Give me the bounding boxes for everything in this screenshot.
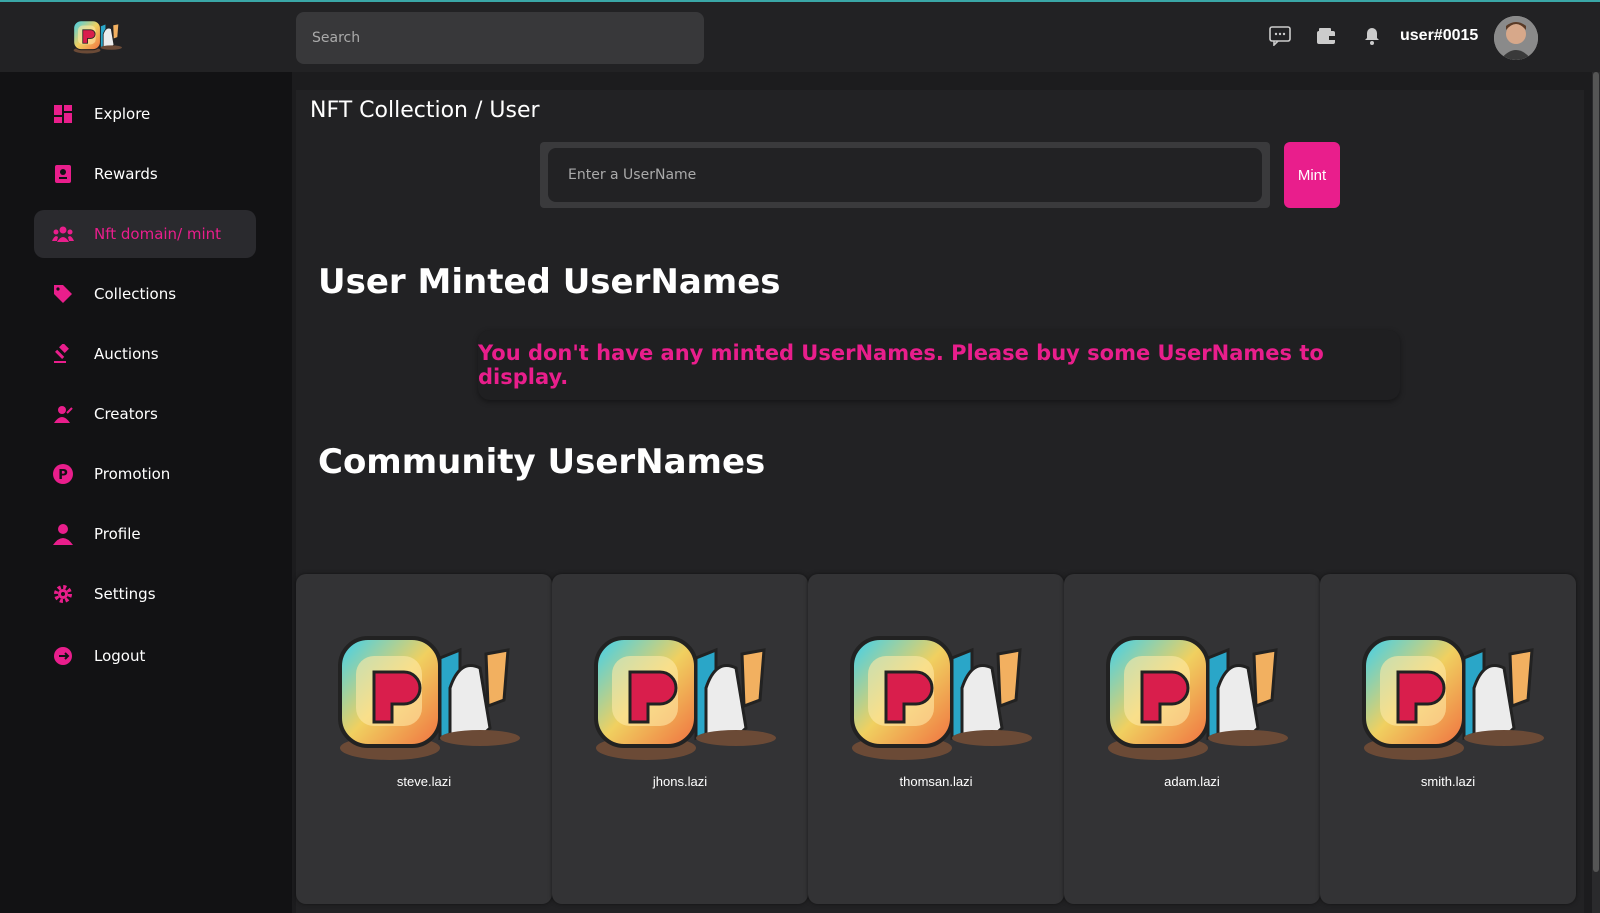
sidebar-item-label: Settings	[94, 585, 156, 603]
gear-icon	[52, 583, 74, 605]
mint-button[interactable]: Mint	[1284, 142, 1340, 208]
breadcrumb: NFT Collection / User	[310, 98, 540, 123]
sidebar-item-explore[interactable]: Explore	[34, 90, 256, 138]
scrollbar-thumb[interactable]	[1593, 72, 1599, 872]
sidebar-item-auctions[interactable]: Auctions	[34, 330, 256, 378]
sidebar-item-label: Logout	[94, 647, 146, 665]
promotion-icon: P	[52, 463, 74, 485]
sidebar-item-creators[interactable]: Creators	[34, 390, 256, 438]
sidebar-item-logout[interactable]: Logout	[34, 632, 256, 680]
creator-icon	[52, 403, 74, 425]
lazi-logo-image	[330, 628, 524, 762]
username-card[interactable]: jhons.lazi	[552, 574, 808, 904]
sidebar-item-rewards[interactable]: Rewards	[34, 150, 256, 198]
sidebar-item-label: Rewards	[94, 165, 158, 183]
avatar[interactable]	[1494, 16, 1538, 60]
sidebar-item-label: Profile	[94, 525, 141, 543]
sidebar-item-settings[interactable]: Settings	[34, 570, 256, 618]
wallet-icon[interactable]	[1314, 24, 1338, 48]
svg-text:P: P	[58, 468, 68, 483]
search-input[interactable]	[296, 12, 704, 64]
username-card[interactable]: steve.lazi	[296, 574, 552, 904]
lazi-logo-image	[586, 628, 780, 762]
top-icons	[1268, 24, 1384, 48]
lazi-logo-image	[1354, 628, 1548, 762]
card-username: steve.lazi	[396, 774, 452, 789]
username[interactable]: user#0015	[1400, 27, 1478, 45]
logout-icon	[52, 645, 74, 667]
sidebar-item-collections[interactable]: Collections	[34, 270, 256, 318]
bell-icon[interactable]	[1360, 24, 1384, 48]
sidebar-item-label: Explore	[94, 105, 151, 123]
main-panel: NFT Collection / User Mint User Minted U…	[296, 90, 1584, 913]
card-username: jhons.lazi	[652, 774, 708, 789]
sidebar: Explore Rewards Nft domain/ mint Collect…	[0, 72, 292, 913]
person-icon	[52, 523, 74, 545]
lazi-logo-image	[842, 628, 1036, 762]
empty-notice-text: You don't have any minted UserNames. Ple…	[478, 341, 1324, 389]
empty-notice: You don't have any minted UserNames. Ple…	[478, 330, 1400, 400]
chat-icon[interactable]	[1268, 24, 1292, 48]
gavel-icon	[52, 343, 74, 365]
card-username: adam.lazi	[1164, 774, 1220, 789]
mint-input-wrapper	[540, 142, 1270, 208]
users-icon	[52, 223, 74, 245]
card-username: smith.lazi	[1420, 774, 1476, 789]
username-card[interactable]: adam.lazi	[1064, 574, 1320, 904]
sidebar-item-label: Nft domain/ mint	[94, 225, 222, 243]
sidebar-item-nft-domain-mint[interactable]: Nft domain/ mint	[34, 210, 256, 258]
community-cards: steve.lazi jhons.lazi thomsan.lazi adam.…	[296, 574, 1584, 904]
tag-icon	[52, 283, 74, 305]
community-title: Community UserNames	[318, 442, 766, 482]
lazi-logo-image	[1098, 628, 1292, 762]
lazi-logo[interactable]	[64, 18, 130, 54]
user-minted-title: User Minted UserNames	[318, 262, 781, 302]
username-card[interactable]: smith.lazi	[1320, 574, 1576, 904]
card-username: thomsan.lazi	[899, 774, 973, 789]
sidebar-item-label: Creators	[94, 405, 158, 423]
sidebar-item-promotion[interactable]: P Promotion	[34, 450, 256, 498]
sidebar-item-label: Auctions	[94, 345, 159, 363]
sidebar-item-profile[interactable]: Profile	[34, 510, 256, 558]
rewards-icon	[52, 163, 74, 185]
page-scrollbar[interactable]	[1592, 72, 1600, 913]
username-input[interactable]	[548, 148, 1262, 202]
username-card[interactable]: thomsan.lazi	[808, 574, 1064, 904]
sidebar-item-label: Promotion	[94, 465, 171, 483]
sidebar-item-label: Collections	[94, 285, 177, 303]
top-bar: user#0015	[0, 0, 1600, 72]
grid-icon	[52, 103, 74, 125]
